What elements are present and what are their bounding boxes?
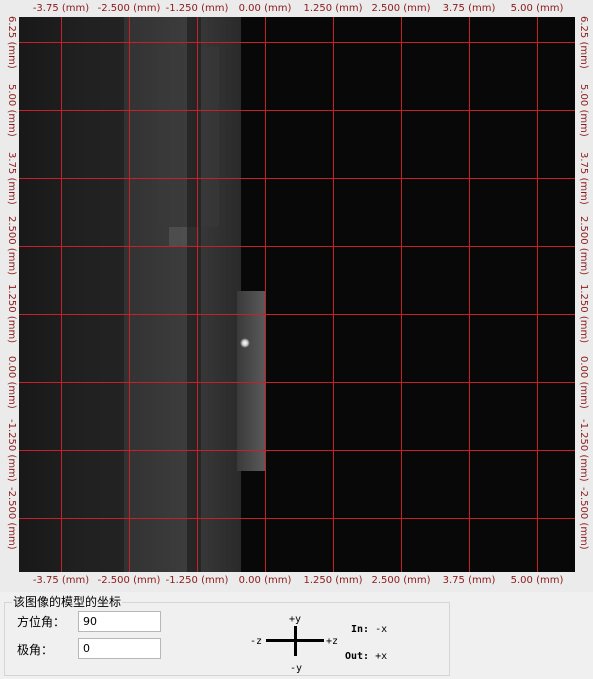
image-viewer: -3.75 (mm) -2.500 (mm) -1.250 (mm) 0.00 (mm… (0, 0, 593, 592)
right-tick-label: 3.75 (mm) (578, 151, 589, 205)
right-tick-label: 1.250 (mm) (578, 284, 589, 344)
minus-z-label: -z (250, 636, 263, 647)
plus-y-label: +y (289, 614, 302, 625)
top-tick-label: -1.250 (mm) (165, 3, 229, 14)
left-tick-label: 3.75 (mm) (6, 151, 17, 205)
right-tick-label: 6.25 (mm) (578, 15, 589, 69)
specimen (19, 17, 265, 572)
top-tick-label: 0.00 (mm) (238, 3, 292, 14)
in-direction: In: -x (351, 624, 387, 636)
bottom-tick-label: 2.500 (mm) (371, 575, 431, 586)
right-tick-label: -2.500 (mm) (578, 486, 589, 550)
top-tick-label: -2.500 (mm) (97, 3, 161, 14)
left-tick-label: 1.250 (mm) (6, 284, 17, 344)
top-tick-label: -3.75 (mm) (32, 3, 90, 14)
axis-cross-icon (266, 626, 324, 656)
left-tick-label: 5.00 (mm) (6, 83, 17, 137)
left-tick-label: 6.25 (mm) (6, 15, 17, 69)
in-label: In: (351, 624, 370, 635)
bottom-tick-label: 3.75 (mm) (442, 575, 496, 586)
top-tick-label: 5.00 (mm) (510, 3, 564, 14)
azimuth-label: 方位角： (17, 615, 66, 629)
bottom-tick-label: 1.250 (mm) (303, 575, 363, 586)
left-tick-label: -1.250 (mm) (6, 418, 17, 482)
model-coordinates-group (4, 602, 450, 676)
top-tick-label: 2.500 (mm) (371, 3, 431, 14)
right-tick-label: -1.250 (mm) (578, 418, 589, 482)
bottom-tick-label: -1.250 (mm) (165, 575, 229, 586)
bottom-tick-label: -2.500 (mm) (97, 575, 161, 586)
in-value: -x (375, 624, 388, 635)
minus-y-label: -y (290, 663, 303, 674)
polar-input[interactable] (78, 638, 161, 659)
azimuth-input[interactable] (78, 611, 161, 632)
top-tick-label: 3.75 (mm) (442, 3, 496, 14)
plus-z-label: +z (326, 636, 339, 647)
polar-label: 极角： (17, 643, 54, 657)
right-tick-label: 2.500 (mm) (578, 216, 589, 276)
app-window: -3.75 (mm) -2.500 (mm) -1.250 (mm) 0.00 (mm… (0, 0, 593, 679)
bottom-tick-label: 0.00 (mm) (238, 575, 292, 586)
microscope-image[interactable] (19, 17, 575, 572)
group-title: 该图像的模型的坐标 (12, 595, 123, 609)
left-tick-label: 0.00 (mm) (6, 355, 17, 409)
top-tick-label: 1.250 (mm) (303, 3, 363, 14)
bottom-tick-label: 5.00 (mm) (510, 575, 564, 586)
out-value: +x (375, 651, 388, 662)
right-tick-label: 0.00 (mm) (578, 355, 589, 409)
out-label: Out: (345, 651, 370, 662)
right-tick-label: 5.00 (mm) (578, 83, 589, 137)
out-direction: Out: +x (345, 651, 387, 663)
image-overlay (19, 17, 575, 572)
bottom-tick-label: -3.75 (mm) (32, 575, 90, 586)
left-tick-label: 2.500 (mm) (6, 216, 17, 276)
left-tick-label: -2.500 (mm) (6, 486, 17, 550)
